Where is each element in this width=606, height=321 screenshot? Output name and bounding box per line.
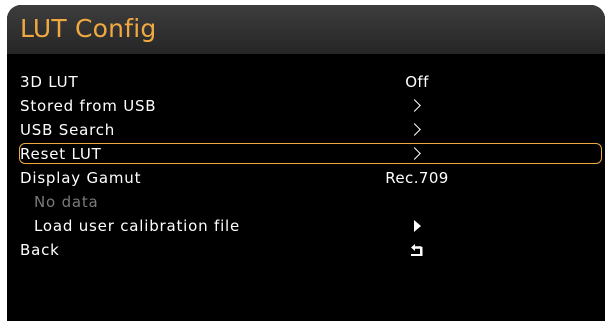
chevron-right-icon [407,123,421,136]
menu-item-value [372,239,462,262]
menu-item-reset-lut[interactable]: Reset LUT [7,143,605,166]
menu-item-load-user-calibration-file[interactable]: Load user calibration file [7,215,605,238]
chevron-right-icon [407,147,421,160]
menu-item-value [372,119,462,142]
menu-item-back[interactable]: Back [7,239,605,262]
menu-item-label: Stored from USB [20,97,157,115]
menu-item-3d-lut[interactable]: 3D LUT Off [7,71,605,94]
menu-item-label: Reset LUT [20,145,102,163]
menu-item-label: USB Search [20,121,116,139]
menu-title: LUT Config [20,14,157,43]
menu-item-value [372,95,462,118]
menu-item-stored-from-usb[interactable]: Stored from USB [7,95,605,118]
menu-item-label: Back [20,241,60,259]
menu-item-no-data: No data [7,191,605,214]
menu-item-label: Display Gamut [20,169,142,187]
title-bar: LUT Config [7,5,605,54]
menu-item-value: Rec.709 [385,169,449,187]
menu-item-value [372,215,462,238]
chevron-right-icon [407,99,421,112]
menu-item-value: Off [405,73,429,91]
menu-item-usb-search[interactable]: USB Search [7,119,605,142]
menu-item-label: No data [34,193,99,211]
menu-item-display-gamut[interactable]: Display Gamut Rec.709 [7,167,605,190]
osd-menu-panel: LUT Config 3D LUT Off Stored from USB US… [7,5,605,321]
selection-highlight [19,143,602,164]
play-triangle-icon [413,220,421,232]
return-icon [411,244,423,256]
menu-item-value [372,143,462,166]
menu-item-label: 3D LUT [20,73,79,91]
menu-item-label: Load user calibration file [34,217,241,235]
